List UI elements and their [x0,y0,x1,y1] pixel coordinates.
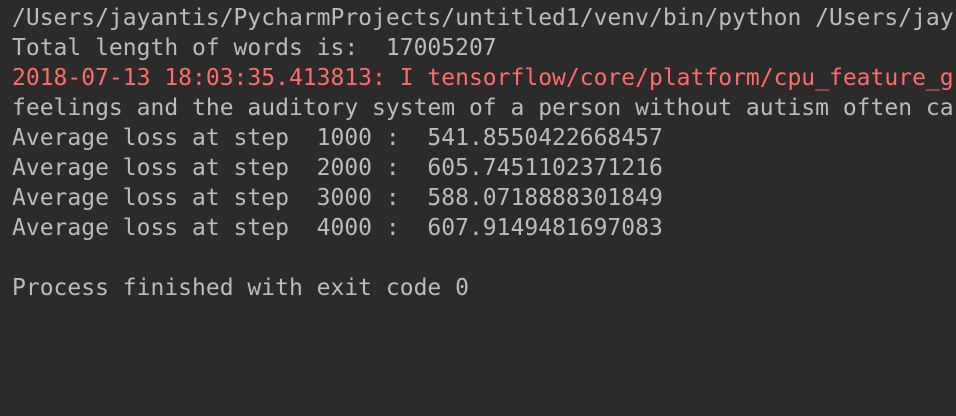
console-line-total-words: Total length of words is: 17005207 [12,35,497,61]
console-line-exit-status: Process finished with exit code 0 [12,275,469,301]
console-line-loss-step-4000: Average loss at step 4000 : 607.91494816… [12,215,663,241]
run-console-output[interactable]: /Users/jayantis/PycharmProjects/untitled… [0,0,956,416]
console-line-loss-step-3000: Average loss at step 3000 : 588.07188883… [12,185,663,211]
console-line-loss-step-1000: Average loss at step 1000 : 541.85504226… [12,125,663,151]
console-line-tensorflow-warning: 2018-07-13 18:03:35.413813: I tensorflow… [12,65,954,91]
console-line-loss-step-2000: Average loss at step 2000 : 605.74511023… [12,155,663,181]
console-line-command: /Users/jayantis/PycharmProjects/untitled… [12,5,954,31]
console-line-sample-text: feelings and the auditory system of a pe… [12,95,954,121]
